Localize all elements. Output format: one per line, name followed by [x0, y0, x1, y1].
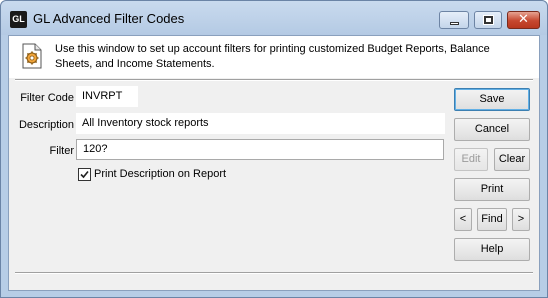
close-icon: ✕ [518, 12, 529, 27]
maximize-button[interactable] [474, 11, 502, 29]
filter-codes-window: GL GL Advanced Filter Codes ✕ Use this w… [0, 0, 548, 298]
divider-top [15, 79, 533, 81]
print-description-label: Print Description on Report [94, 168, 227, 180]
cancel-button[interactable]: Cancel [454, 118, 530, 141]
find-button[interactable]: Find [477, 208, 507, 231]
client-area: Use this window to set up account filter… [8, 35, 540, 291]
description-field[interactable]: All Inventory stock reports [76, 113, 445, 134]
minimize-icon [450, 22, 459, 25]
filter-code-label: Filter Code [20, 92, 74, 104]
checkmark-icon [80, 170, 89, 179]
print-button[interactable]: Print [454, 178, 530, 201]
document-gear-icon [22, 43, 42, 69]
info-text: Use this window to set up account filter… [55, 43, 490, 70]
help-button[interactable]: Help [454, 238, 530, 261]
save-button[interactable]: Save [454, 88, 530, 111]
filter-field[interactable]: 120? [76, 139, 444, 160]
maximize-icon [483, 15, 494, 25]
divider-bottom [15, 272, 533, 274]
filter-code-field[interactable]: INVRPT [76, 86, 138, 107]
find-next-button[interactable]: > [512, 208, 530, 231]
find-previous-button[interactable]: < [454, 208, 472, 231]
description-label: Description [18, 119, 74, 131]
minimize-button[interactable] [439, 11, 469, 29]
gl-app-icon: GL [10, 11, 27, 28]
edit-button[interactable]: Edit [454, 148, 488, 171]
clear-button[interactable]: Clear [494, 148, 530, 171]
info-band: Use this window to set up account filter… [9, 36, 539, 78]
title-bar[interactable]: GL GL Advanced Filter Codes ✕ [1, 1, 547, 35]
print-description-checkbox[interactable] [78, 168, 91, 181]
filter-label: Filter [49, 145, 74, 157]
close-button[interactable]: ✕ [507, 11, 540, 29]
window-title: GL Advanced Filter Codes [33, 11, 185, 26]
